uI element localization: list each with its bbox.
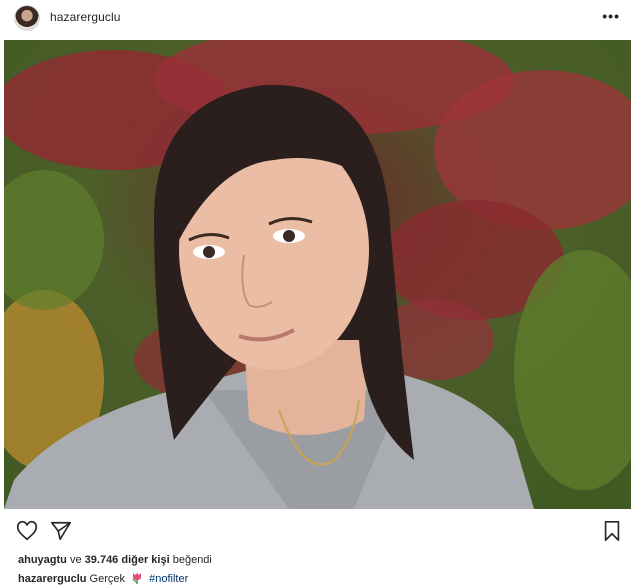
likes-suffix: beğendi [172, 554, 212, 566]
post-actions [0, 512, 640, 548]
heart-icon[interactable] [16, 520, 38, 542]
paper-plane-icon[interactable] [50, 520, 72, 542]
more-options-button[interactable]: ••• [602, 8, 620, 24]
selfie-photo-illustration [4, 40, 631, 509]
caption-line: hazarerguclu Gerçek #nofilter [18, 572, 188, 585]
post-header: hazarerguclu ••• [0, 0, 640, 36]
likes-count[interactable]: 39.746 diğer kişi [85, 554, 170, 566]
caption-text: Gerçek [89, 573, 125, 585]
post-photo[interactable] [4, 40, 631, 509]
post-username[interactable]: hazarerguclu [50, 10, 121, 24]
likes-connector: ve [69, 554, 82, 566]
avatar[interactable] [14, 5, 40, 31]
likes-line: ahuyagtu ve 39.746 diğer kişi beğendi [18, 554, 212, 566]
tulip-icon [131, 572, 143, 584]
likes-user[interactable]: ahuyagtu [18, 554, 67, 566]
hashtag-link[interactable]: #nofilter [149, 573, 188, 585]
bookmark-icon[interactable] [602, 520, 624, 542]
caption-username[interactable]: hazarerguclu [18, 573, 86, 585]
